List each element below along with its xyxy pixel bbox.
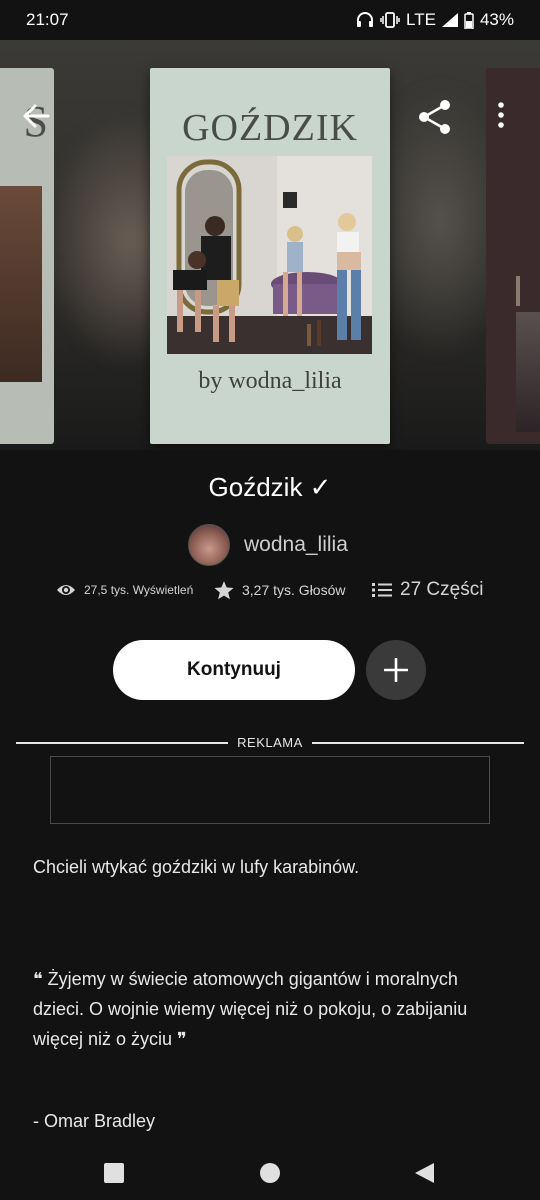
description-quote: ❝ Żyjemy w świecie atomowych gigantów i … — [33, 969, 468, 1049]
story-title: Goździk ✓ — [208, 472, 332, 502]
description-tagline: Chcieli wtykać goździki w lufy karabinów… — [33, 857, 360, 877]
share-icon — [419, 100, 450, 134]
circle-icon — [260, 1163, 280, 1183]
star-icon — [214, 580, 234, 599]
add-to-library-button[interactable] — [366, 640, 426, 700]
network-type: LTE — [406, 10, 436, 29]
cover-byline: by wodna_lilia — [198, 368, 342, 394]
vibrate-icon — [380, 12, 400, 28]
cover-photo — [167, 156, 372, 354]
story-cover[interactable]: GOŹDZIK by wodna_lilia — [150, 68, 390, 444]
stat-votes: 3,27 tys. Głosów — [214, 580, 346, 600]
ad-slot[interactable] — [50, 756, 490, 824]
next-cover-image — [516, 312, 540, 432]
author-link[interactable]: wodna_lilia — [188, 524, 348, 566]
status-icons: LTE 43% — [356, 10, 514, 30]
ad-label: REKLAMA — [237, 735, 303, 750]
next-cover-mark — [516, 276, 520, 306]
continue-reading-button[interactable]: Kontynuuj — [113, 640, 355, 700]
headphones-icon — [357, 12, 374, 27]
parts-count: 27 Części — [400, 579, 484, 600]
square-icon — [104, 1163, 124, 1183]
stat-views: 27,5 tys. Wyświetleń — [56, 583, 193, 597]
views-count: 27,5 tys. Wyświetleń — [84, 583, 194, 597]
ad-divider-left — [16, 742, 228, 744]
more-vert-icon — [498, 102, 504, 128]
share-button[interactable] — [416, 98, 454, 141]
next-story-cover[interactable] — [486, 68, 540, 444]
description-attribution: - Omar Bradley — [33, 1111, 156, 1131]
status-time: 21:07 — [26, 10, 69, 29]
plus-icon — [384, 658, 408, 682]
eye-icon — [57, 585, 75, 595]
status-bar: 21:07 LTE 43% — [0, 0, 540, 40]
system-navigation-bar — [0, 1148, 540, 1200]
signal-icon — [441, 13, 458, 27]
back-arrow-icon — [23, 104, 50, 128]
triangle-back-icon — [415, 1163, 434, 1183]
battery-icon — [464, 11, 474, 29]
cover-photo-illustration — [167, 156, 372, 354]
author-name: wodna_lilia — [244, 533, 348, 556]
list-icon — [372, 583, 392, 597]
back-button[interactable] — [22, 102, 50, 135]
recents-button[interactable] — [103, 1162, 125, 1189]
home-button[interactable] — [259, 1162, 281, 1189]
author-avatar — [188, 524, 230, 566]
ad-divider-right — [312, 742, 524, 744]
back-nav-button[interactable] — [413, 1162, 435, 1189]
previous-cover-image — [0, 186, 42, 382]
votes-count: 3,27 tys. Głosów — [242, 582, 346, 598]
story-hero: S GOŹDZIK by wodna_lilia — [0, 40, 540, 450]
cover-title: GOŹDZIK — [182, 107, 358, 149]
stat-parts[interactable]: 27 Części — [372, 579, 483, 601]
battery-level: 43% — [479, 10, 514, 29]
more-options-button[interactable] — [496, 102, 506, 133]
